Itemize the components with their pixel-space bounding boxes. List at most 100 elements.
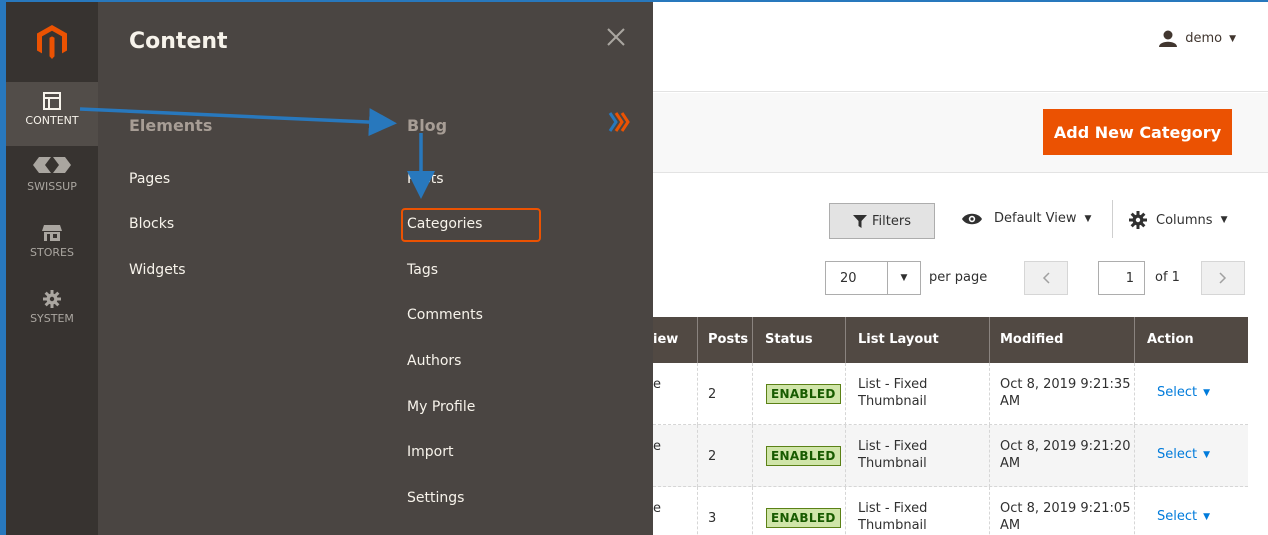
gear-icon [43, 290, 61, 308]
flyout-title: Content [129, 29, 228, 54]
cell-divider [989, 363, 990, 425]
previous-page-button[interactable] [1024, 261, 1068, 295]
menu-link-my-profile[interactable]: My Profile [407, 399, 475, 415]
rail-item-label: CONTENT [25, 114, 79, 127]
columns-dropdown[interactable]: Columns ▼ [1129, 211, 1227, 229]
row-action-select[interactable]: Select ▼ [1157, 447, 1210, 462]
page-number-input[interactable]: 1 [1098, 261, 1145, 295]
column-heading-blog: Blog [407, 116, 448, 135]
modified-line-1: Oct 8, 2019 9:21:35 [1000, 377, 1131, 392]
chevron-down-icon: ▼ [1203, 511, 1211, 522]
rail-item-label: STORES [30, 246, 74, 259]
cell-divider [1134, 487, 1135, 535]
default-view-dropdown[interactable]: Default View ▼ [962, 211, 1091, 226]
modified-line-1: Oct 8, 2019 9:21:20 [1000, 439, 1131, 454]
table-row[interactable]: e 2 ENABLED List - Fixed Thumbnail Oct 8… [653, 363, 1248, 425]
row-action-select[interactable]: Select ▼ [1157, 509, 1210, 524]
status-badge: ENABLED [766, 384, 841, 404]
column-header-posts[interactable]: Posts [708, 317, 748, 363]
per-page-label: per page [929, 270, 988, 285]
column-header-modified[interactable]: Modified [1000, 317, 1063, 363]
cell-divider [752, 363, 753, 425]
magento-logo-icon [37, 25, 67, 59]
list-layout-line-2: Thumbnail [858, 456, 927, 471]
header-divider [845, 317, 846, 363]
cell-divider [1134, 363, 1135, 425]
main-content: demo ▼ Add New Category Filters Default … [653, 2, 1268, 535]
magento-logo[interactable] [6, 2, 98, 82]
columns-label: Columns [1156, 212, 1213, 228]
cell-divider [845, 487, 846, 535]
column-header-view[interactable]: iew [653, 317, 678, 363]
menu-link-settings[interactable]: Settings [407, 490, 464, 506]
posts-cell: 3 [708, 511, 717, 526]
chevron-down-icon: ▼ [1203, 449, 1211, 460]
page-header [653, 2, 1268, 92]
column-header-list-layout[interactable]: List Layout [858, 317, 939, 363]
rail-item-label: SYSTEM [30, 312, 74, 325]
rail-item-label: SWISSUP [27, 180, 77, 193]
modified-line-2: AM [1000, 518, 1021, 533]
chevron-left-icon [1042, 272, 1050, 284]
modified-line-2: AM [1000, 394, 1021, 409]
view-cell: e [653, 377, 661, 392]
filter-icon [853, 214, 868, 228]
cell-divider [697, 487, 698, 535]
cell-divider [845, 363, 846, 425]
modified-line-2: AM [1000, 456, 1021, 471]
per-page-select[interactable]: 20 ▼ [825, 261, 921, 295]
cell-divider [989, 487, 990, 535]
rail-item-content[interactable]: CONTENT [6, 82, 98, 146]
header-divider [1134, 317, 1135, 363]
rail-item-swissup[interactable]: SWISSUP [6, 154, 98, 214]
menu-link-blocks[interactable]: Blocks [129, 216, 174, 232]
rail-item-system[interactable]: SYSTEM [6, 290, 98, 350]
menu-link-widgets[interactable]: Widgets [129, 262, 186, 278]
toolbar-divider [1112, 200, 1113, 238]
rail-item-stores[interactable]: STORES [6, 224, 98, 284]
content-flyout-menu: Content Elements Pages Blocks Widgets Bl… [98, 2, 653, 535]
cell-divider [752, 487, 753, 535]
menu-link-pages[interactable]: Pages [129, 171, 170, 187]
row-action-select[interactable]: Select ▼ [1157, 385, 1210, 400]
close-icon[interactable] [603, 24, 629, 50]
cell-divider [989, 425, 990, 487]
posts-cell: 2 [708, 449, 717, 464]
menu-link-posts[interactable]: Posts [407, 171, 444, 187]
cell-divider [752, 425, 753, 487]
filters-label: Filters [872, 213, 911, 229]
menu-link-authors[interactable]: Authors [407, 353, 461, 369]
select-label: Select [1157, 447, 1198, 462]
chevron-down-icon: ▼ [1229, 33, 1236, 44]
menu-link-comments[interactable]: Comments [407, 307, 483, 323]
next-page-button[interactable] [1201, 261, 1245, 295]
expand-arrows-icon[interactable] [606, 110, 632, 134]
stores-icon [42, 225, 62, 241]
menu-link-tags[interactable]: Tags [407, 262, 438, 278]
table-row[interactable]: e 2 ENABLED List - Fixed Thumbnail Oct 8… [653, 425, 1248, 487]
eye-icon [962, 213, 982, 224]
per-page-value: 20 [840, 270, 857, 286]
filters-button[interactable]: Filters [829, 203, 935, 239]
list-layout-line-2: Thumbnail [858, 518, 927, 533]
add-new-category-button[interactable]: Add New Category [1043, 109, 1232, 155]
modified-line-1: Oct 8, 2019 9:21:05 [1000, 501, 1131, 516]
user-menu[interactable]: demo ▼ [1159, 30, 1236, 47]
table-row[interactable]: e 3 ENABLED List - Fixed Thumbnail Oct 8… [653, 487, 1248, 535]
view-cell: e [653, 501, 661, 516]
select-label: Select [1157, 509, 1198, 524]
chevron-down-icon: ▼ [887, 262, 920, 294]
list-layout-line-2: Thumbnail [858, 394, 927, 409]
cell-divider [697, 425, 698, 487]
list-layout-line-1: List - Fixed [858, 501, 928, 516]
column-header-action: Action [1147, 332, 1194, 347]
column-header-status[interactable]: Status [765, 317, 813, 363]
header-divider [989, 317, 990, 363]
chevron-down-icon: ▼ [1220, 215, 1228, 225]
cell-divider [697, 363, 698, 425]
page-count-label: of 1 [1155, 270, 1180, 285]
menu-link-import[interactable]: Import [407, 444, 453, 460]
status-badge: ENABLED [766, 508, 841, 528]
cell-divider [1134, 425, 1135, 487]
status-badge: ENABLED [766, 446, 841, 466]
